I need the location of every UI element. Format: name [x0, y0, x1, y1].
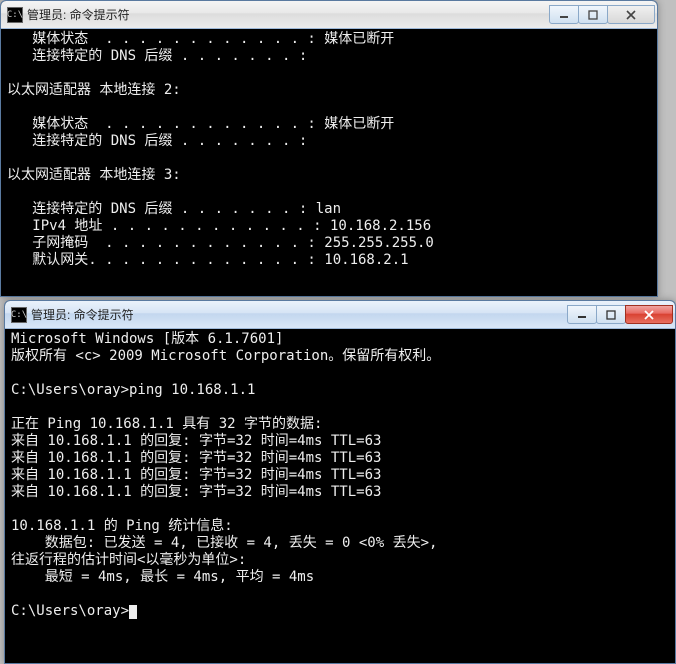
titlebar[interactable]: C:\ 管理员: 命令提示符	[1, 1, 657, 29]
terminal-line	[7, 269, 651, 286]
minimize-button[interactable]	[549, 5, 579, 24]
close-icon	[626, 10, 636, 20]
minimize-icon	[577, 310, 587, 320]
terminal-line: 来自 10.168.1.1 的回复: 字节=32 时间=4ms TTL=63	[11, 450, 669, 467]
minimize-icon	[559, 10, 569, 20]
terminal-output[interactable]: 媒体状态 . . . . . . . . . . . . : 媒体已断开 连接特…	[1, 29, 657, 296]
terminal-line	[7, 99, 651, 116]
terminal-line: 版权所有 <c> 2009 Microsoft Corporation。保留所有…	[11, 348, 669, 365]
cmd-window-1: C:\ 管理员: 命令提示符 媒体状态 . . . . . . . . . . …	[0, 0, 658, 297]
terminal-line: 数据包: 已发送 = 4, 已接收 = 4, 丢失 = 0 <0% 丢失>,	[11, 535, 669, 552]
terminal-line: 正在 Ping 10.168.1.1 具有 32 字节的数据:	[11, 416, 669, 433]
terminal-line: IPv4 地址 . . . . . . . . . . . . : 10.168…	[7, 218, 651, 235]
terminal-line	[11, 501, 669, 518]
maximize-button[interactable]	[596, 305, 626, 324]
maximize-icon	[588, 10, 598, 20]
terminal-line: 连接特定的 DNS 后缀 . . . . . . . : lan	[7, 201, 651, 218]
terminal-line: 以太网适配器 本地连接 3:	[7, 167, 651, 184]
cmd-window-2: C:\ 管理员: 命令提示符 Microsoft Windows [版本 6.1…	[4, 300, 676, 664]
terminal-line: 连接特定的 DNS 后缀 . . . . . . . :	[7, 133, 651, 150]
terminal-line	[7, 150, 651, 167]
terminal-line	[11, 399, 669, 416]
terminal-line	[11, 365, 669, 382]
terminal-line: Microsoft Windows [版本 6.1.7601]	[11, 331, 669, 348]
window-title: 管理员: 命令提示符	[31, 306, 568, 323]
close-button[interactable]	[607, 5, 655, 24]
close-button[interactable]	[625, 305, 673, 324]
maximize-icon	[606, 310, 616, 320]
maximize-button[interactable]	[578, 5, 608, 24]
window-controls	[550, 5, 655, 24]
cmd-icon: C:\	[7, 7, 23, 23]
terminal-line: 默认网关. . . . . . . . . . . . . : 10.168.2…	[7, 252, 651, 269]
terminal-line: 最短 = 4ms, 最长 = 4ms, 平均 = 4ms	[11, 569, 669, 586]
window-controls	[568, 305, 673, 324]
minimize-button[interactable]	[567, 305, 597, 324]
terminal-line: 来自 10.168.1.1 的回复: 字节=32 时间=4ms TTL=63	[11, 467, 669, 484]
close-icon	[643, 310, 655, 320]
titlebar[interactable]: C:\ 管理员: 命令提示符	[5, 301, 675, 329]
cmd-icon: C:\	[11, 307, 27, 323]
terminal-line: 媒体状态 . . . . . . . . . . . . : 媒体已断开	[7, 116, 651, 133]
terminal-line: 来自 10.168.1.1 的回复: 字节=32 时间=4ms TTL=63	[11, 433, 669, 450]
terminal-output[interactable]: Microsoft Windows [版本 6.1.7601]版权所有 <c> …	[5, 329, 675, 663]
terminal-line: C:\Users\oray>ping 10.168.1.1	[11, 382, 669, 399]
terminal-line	[11, 586, 669, 603]
terminal-line	[7, 65, 651, 82]
terminal-line: 子网掩码 . . . . . . . . . . . . : 255.255.2…	[7, 235, 651, 252]
cursor	[129, 605, 137, 619]
terminal-line: 以太网适配器 本地连接 2:	[7, 82, 651, 99]
terminal-line: C:\Users\oray>	[11, 603, 669, 620]
terminal-line: 来自 10.168.1.1 的回复: 字节=32 时间=4ms TTL=63	[11, 484, 669, 501]
terminal-line: 10.168.1.1 的 Ping 统计信息:	[11, 518, 669, 535]
terminal-line: 媒体状态 . . . . . . . . . . . . : 媒体已断开	[7, 31, 651, 48]
window-title: 管理员: 命令提示符	[27, 6, 550, 23]
terminal-line: 连接特定的 DNS 后缀 . . . . . . . :	[7, 48, 651, 65]
terminal-line	[7, 184, 651, 201]
terminal-line: 往返行程的估计时间<以毫秒为单位>:	[11, 552, 669, 569]
